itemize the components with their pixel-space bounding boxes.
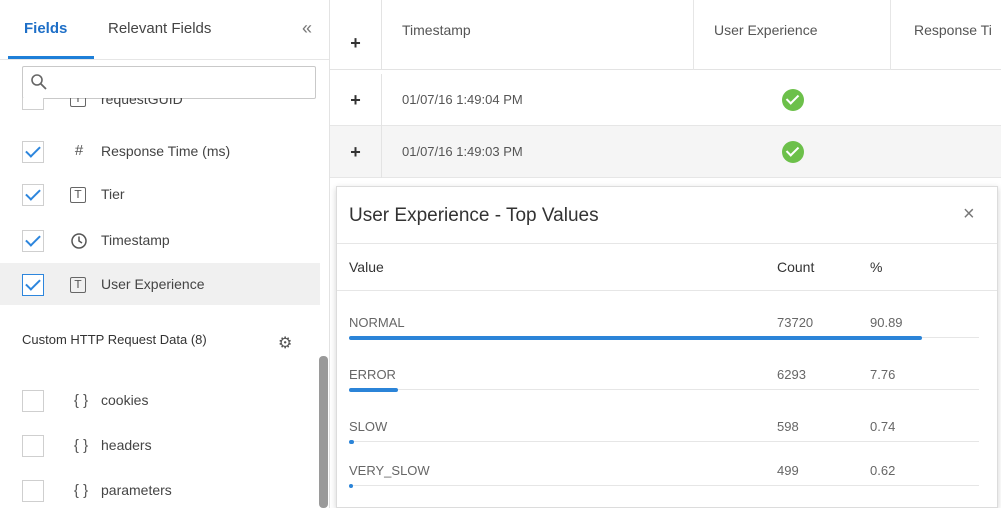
value-bar — [349, 388, 398, 392]
value-bar-track — [349, 389, 979, 390]
field-label: cookies — [101, 392, 149, 408]
value-row[interactable]: NORMAL 73720 90.89 — [337, 307, 997, 361]
column-header-count[interactable]: Count — [777, 259, 814, 275]
expand-row-button[interactable]: + — [330, 126, 382, 178]
text-type-icon: T — [70, 98, 86, 107]
value-count: 598 — [777, 419, 799, 434]
field-row-tier[interactable]: T Tier — [0, 174, 320, 216]
value-bar-track — [349, 485, 979, 486]
fields-tabs: Fields Relevant Fields « — [0, 0, 329, 60]
field-label: headers — [101, 437, 152, 453]
column-header-response-time[interactable]: Response Ti — [914, 22, 992, 38]
check-circle-icon — [782, 89, 804, 111]
clock-icon — [71, 233, 87, 249]
column-header-value[interactable]: Value — [349, 259, 384, 275]
column-divider[interactable] — [693, 0, 694, 70]
value-name: SLOW — [349, 419, 388, 434]
field-checkbox[interactable] — [22, 274, 44, 296]
field-row-response-time[interactable]: # Response Time (ms) — [0, 131, 320, 173]
scrollbar[interactable] — [319, 356, 328, 508]
collapse-panel-icon[interactable]: « — [302, 18, 312, 39]
field-row-timestamp[interactable]: Timestamp — [0, 220, 320, 262]
column-header-timestamp[interactable]: Timestamp — [402, 22, 471, 38]
field-row-user-experience[interactable]: T User Experience — [0, 263, 320, 305]
table-header: + Timestamp User Experience Response Ti — [330, 0, 1001, 70]
table-row[interactable]: + 01/07/16 1:49:04 PM — [330, 74, 1001, 126]
field-label: Tier — [101, 186, 125, 202]
value-bar-track — [349, 441, 979, 442]
table-row[interactable]: + 01/07/16 1:49:03 PM — [330, 126, 1001, 178]
field-label: Timestamp — [101, 232, 170, 248]
value-bar — [349, 336, 922, 340]
value-bar — [349, 440, 354, 444]
column-divider[interactable] — [890, 0, 891, 70]
field-checkbox[interactable] — [22, 435, 44, 457]
column-header-user-experience[interactable]: User Experience — [714, 22, 818, 38]
value-percent: 90.89 — [870, 315, 903, 330]
number-type-icon: # — [74, 142, 84, 159]
fields-panel: Fields Relevant Fields « T requestGUID #… — [0, 0, 330, 508]
search-icon — [31, 74, 47, 90]
expand-row-button[interactable]: + — [330, 74, 382, 126]
timestamp-cell: 01/07/16 1:49:03 PM — [402, 144, 523, 159]
text-type-icon: T — [70, 187, 86, 203]
text-type-icon: T — [70, 277, 86, 293]
field-label: Response Time (ms) — [101, 143, 231, 159]
expand-all-button[interactable]: + — [330, 0, 382, 70]
field-checkbox[interactable] — [22, 98, 44, 110]
field-label: User Experience — [101, 276, 205, 292]
value-count: 499 — [777, 463, 799, 478]
value-bar — [349, 484, 353, 488]
field-label: parameters — [101, 482, 172, 498]
field-checkbox[interactable] — [22, 184, 44, 206]
field-label: requestGUID — [101, 98, 183, 107]
field-checkbox[interactable] — [22, 390, 44, 412]
section-title-custom-http: Custom HTTP Request Data (8) — [22, 332, 207, 347]
tab-fields[interactable]: Fields — [24, 20, 67, 37]
field-checkbox[interactable] — [22, 141, 44, 163]
column-header-percent[interactable]: % — [870, 259, 882, 275]
value-row[interactable]: VERY_SLOW 499 0.62 — [337, 455, 997, 508]
top-values-header: Value Count % — [337, 243, 997, 291]
active-tab-indicator — [8, 56, 94, 59]
timestamp-cell: 01/07/16 1:49:04 PM — [402, 92, 523, 107]
object-type-icon: { } — [73, 482, 89, 499]
value-name: VERY_SLOW — [349, 463, 430, 478]
field-checkbox[interactable] — [22, 230, 44, 252]
value-percent: 0.74 — [870, 419, 896, 434]
gear-icon[interactable]: ⚙ — [278, 333, 292, 353]
tab-relevant-fields[interactable]: Relevant Fields — [108, 20, 211, 37]
top-values-popup: User Experience - Top Values × Value Cou… — [336, 186, 998, 508]
object-type-icon: { } — [73, 437, 89, 454]
value-count: 6293 — [777, 367, 806, 382]
value-row[interactable]: ERROR 6293 7.76 — [337, 359, 997, 413]
value-count: 73720 — [777, 315, 814, 330]
object-type-icon: { } — [73, 392, 89, 409]
check-circle-icon — [782, 141, 804, 163]
search-input[interactable] — [22, 66, 316, 99]
value-percent: 7.76 — [870, 367, 896, 382]
field-row-cookies[interactable]: { } cookies — [0, 380, 320, 422]
popup-title: User Experience - Top Values — [349, 205, 599, 226]
field-row-headers[interactable]: { } headers — [0, 425, 320, 467]
field-row-parameters[interactable]: { } parameters — [0, 470, 320, 508]
value-percent: 0.62 — [870, 463, 896, 478]
field-row-requestguid[interactable]: T requestGUID — [0, 98, 320, 120]
field-checkbox[interactable] — [22, 480, 44, 502]
close-icon[interactable]: × — [963, 203, 975, 226]
value-name: ERROR — [349, 367, 396, 382]
value-name: NORMAL — [349, 315, 405, 330]
